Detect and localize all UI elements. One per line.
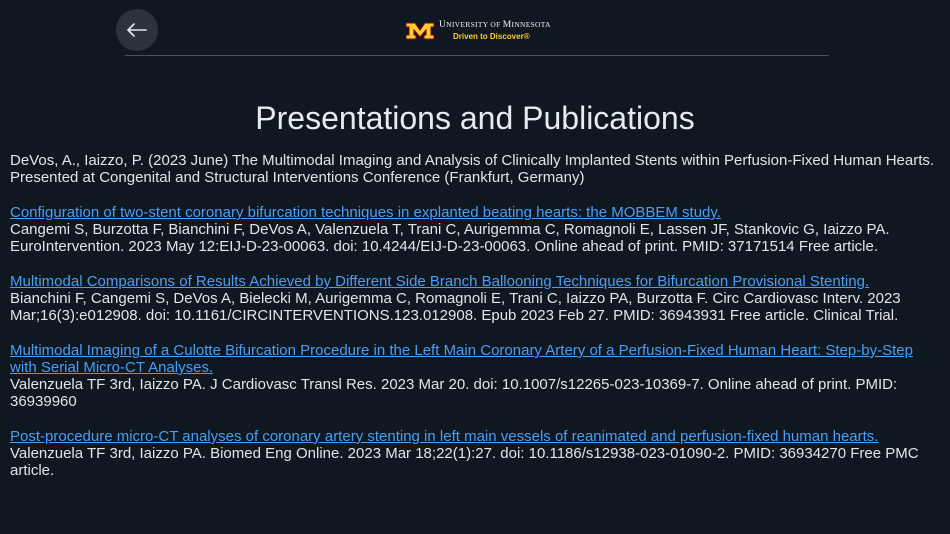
publication-entry: Configuration of two-stent coronary bifu… <box>10 204 940 255</box>
publication-link[interactable]: Multimodal Comparisons of Results Achiev… <box>10 273 869 290</box>
logo-wordmark: UNIVERSITY OF MINNESOTA Driven to Discov… <box>439 19 551 42</box>
publication-link[interactable]: Post-procedure micro-CT analyses of coro… <box>10 428 878 445</box>
publication-citation: Valenzuela TF 3rd, Iaizzo PA. Biomed Eng… <box>10 445 919 479</box>
publication-link[interactable]: Multimodal Imaging of a Culotte Bifurcat… <box>10 342 913 376</box>
header-divider <box>125 55 829 56</box>
publication-citation: DeVos, A., Iaizzo, P. (2023 June) The Mu… <box>10 152 935 186</box>
publication-citation: Valenzuela TF 3rd, Iaizzo PA. J Cardiova… <box>10 376 898 410</box>
publications-list: DeVos, A., Iaizzo, P. (2023 June) The Mu… <box>10 152 940 497</box>
arrow-left-icon <box>127 23 147 37</box>
back-button[interactable] <box>116 9 158 51</box>
publication-entry: Post-procedure micro-CT analyses of coro… <box>10 428 940 479</box>
logo-university-name: UNIVERSITY OF MINNESOTA <box>439 19 551 30</box>
page-title: Presentations and Publications <box>255 100 695 136</box>
university-logo[interactable]: UNIVERSITY OF MINNESOTA Driven to Discov… <box>405 19 551 43</box>
publication-entry: DeVos, A., Iaizzo, P. (2023 June) The Mu… <box>10 152 940 186</box>
publication-citation: Bianchini F, Cangemi S, DeVos A, Bieleck… <box>10 290 901 324</box>
publication-link[interactable]: Configuration of two-stent coronary bifu… <box>10 204 721 221</box>
header: UNIVERSITY OF MINNESOTA Driven to Discov… <box>0 0 950 60</box>
publication-citation: Cangemi S, Burzotta F, Bianchini F, DeVo… <box>10 221 890 255</box>
publication-entry: Multimodal Imaging of a Culotte Bifurcat… <box>10 342 940 410</box>
block-m-logo-icon <box>405 22 435 40</box>
publication-entry: Multimodal Comparisons of Results Achiev… <box>10 273 940 324</box>
logo-tagline: Driven to Discover® <box>453 32 530 42</box>
